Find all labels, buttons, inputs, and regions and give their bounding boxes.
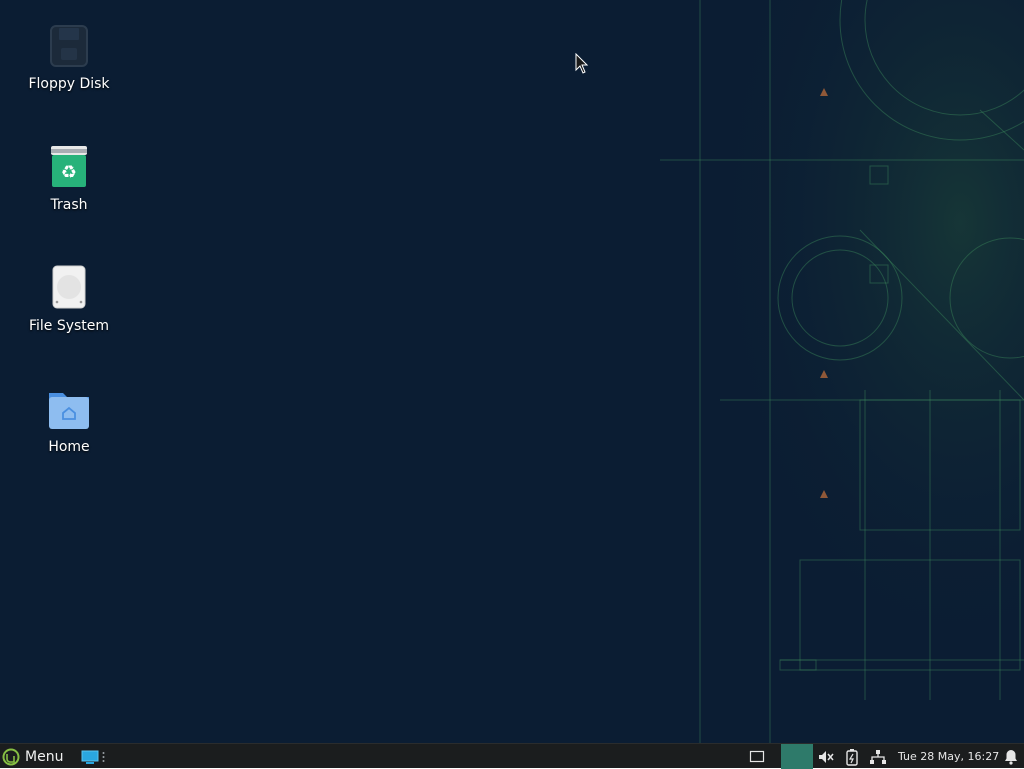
home-folder-icon: [45, 385, 93, 433]
bell-icon: [1005, 749, 1017, 765]
mint-logo-icon: [2, 748, 20, 765]
desktop-icon-label: Floppy Disk: [28, 76, 110, 92]
show-desktop-icon: [81, 750, 99, 764]
mouse-cursor-icon: [575, 53, 589, 74]
menu-label: Menu: [25, 748, 64, 765]
desktop-icon-label: File System: [28, 318, 110, 334]
hard-drive-icon: [45, 264, 93, 312]
drag-handle-icon: [102, 751, 105, 762]
desktop-icon-home[interactable]: Home: [19, 385, 119, 455]
desktop[interactable]: Floppy Disk ♻ Trash File System Home: [0, 0, 1024, 743]
taskbar: Menu Tue 28 May, 16:27: [0, 743, 1024, 769]
floppy-disk-icon: [45, 22, 93, 70]
desktop-icon-floppy-disk[interactable]: Floppy Disk: [19, 22, 119, 92]
volume-button[interactable]: [816, 744, 836, 769]
network-button[interactable]: [868, 744, 888, 769]
clock[interactable]: Tue 28 May, 16:27: [898, 744, 999, 769]
desktop-icon-label: Home: [48, 439, 90, 455]
svg-text:♻: ♻: [61, 162, 77, 183]
power-button[interactable]: [844, 744, 860, 769]
trash-icon: ♻: [45, 143, 93, 191]
desktop-icon-trash[interactable]: ♻ Trash: [19, 143, 119, 213]
notifications-button[interactable]: [1002, 744, 1020, 769]
wallpaper-blueprint-art: [600, 0, 1024, 743]
network-wired-icon: [870, 749, 886, 764]
volume-muted-icon: [819, 750, 834, 763]
menu-button[interactable]: Menu: [2, 744, 69, 769]
desktop-icon-label: Trash: [50, 197, 88, 213]
window-list-button[interactable]: [748, 744, 766, 769]
show-desktop-button[interactable]: [78, 744, 108, 769]
window-outline-icon: [749, 750, 765, 762]
workspace-switcher[interactable]: [781, 744, 813, 769]
desktop-icon-file-system[interactable]: File System: [19, 264, 119, 334]
battery-icon: [846, 748, 858, 766]
